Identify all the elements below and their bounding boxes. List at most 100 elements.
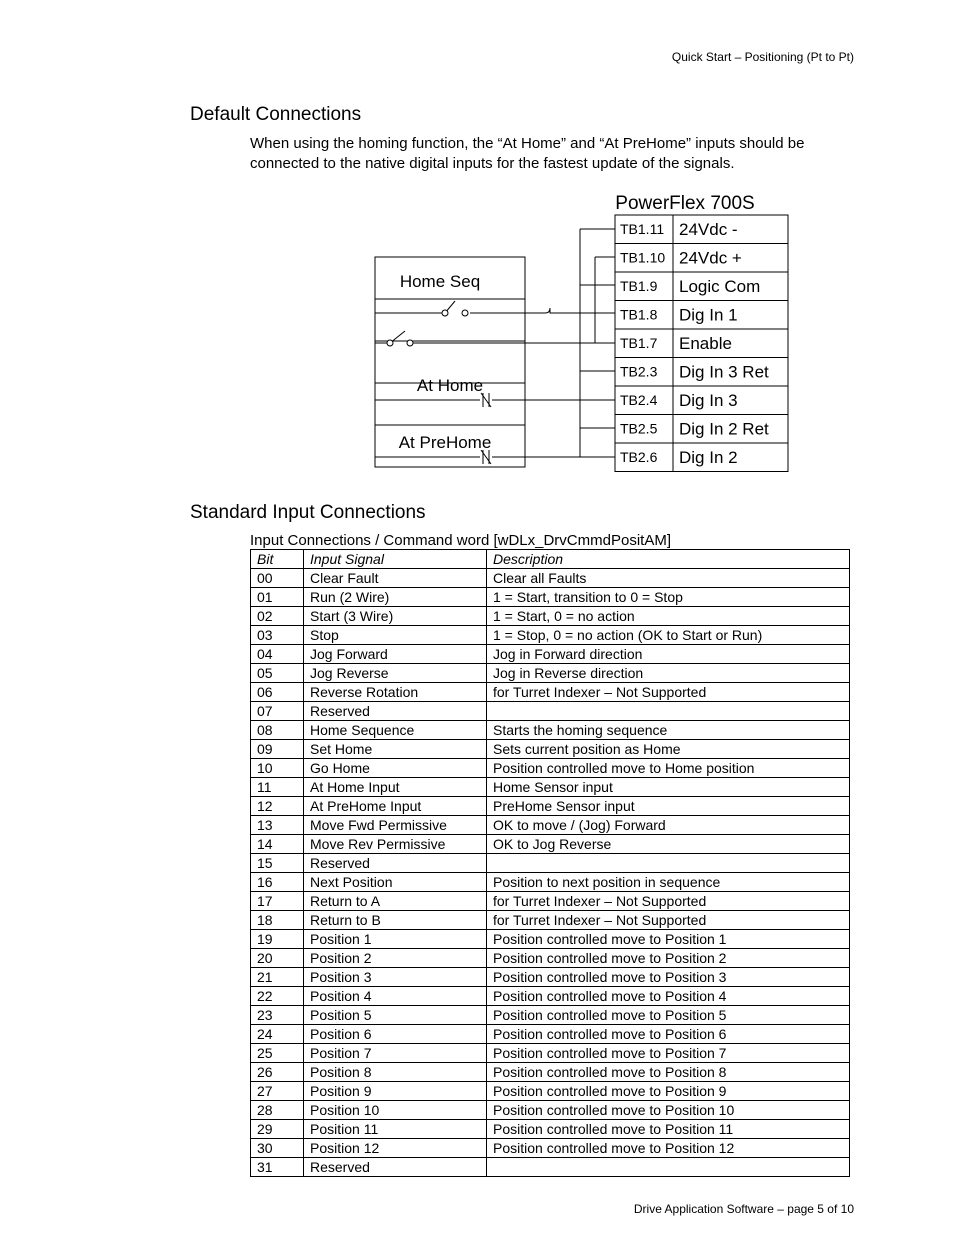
cell-desc: Position controlled move to Position 10	[487, 1101, 850, 1120]
cell-desc: Position to next position in sequence	[487, 873, 850, 892]
cell-bit: 06	[251, 683, 304, 702]
table-row: 04Jog ForwardJog in Forward direction	[251, 645, 850, 664]
svg-text:TB2.4: TB2.4	[620, 392, 658, 408]
cell-desc: Position controlled move to Position 3	[487, 968, 850, 987]
table-row: 10Go HomePosition controlled move to Hom…	[251, 759, 850, 778]
svg-text:Dig In 3: Dig In 3	[679, 391, 738, 410]
table-row: 05Jog ReverseJog in Reverse direction	[251, 664, 850, 683]
col-bit: Bit	[251, 550, 304, 569]
cell-desc	[487, 702, 850, 721]
cell-bit: 16	[251, 873, 304, 892]
cell-desc: Position controlled move to Position 8	[487, 1063, 850, 1082]
cell-desc: Position controlled move to Position 9	[487, 1082, 850, 1101]
cell-bit: 17	[251, 892, 304, 911]
svg-text:Dig In 1: Dig In 1	[679, 306, 738, 325]
table-row: 14Move Rev PermissiveOK to Jog Reverse	[251, 835, 850, 854]
table-row: 00Clear FaultClear all Faults	[251, 569, 850, 588]
col-signal: Input Signal	[304, 550, 487, 569]
cell-bit: 14	[251, 835, 304, 854]
table-row: 15Reserved	[251, 854, 850, 873]
cell-signal: Stop	[304, 626, 487, 645]
table-row: 30Position 12Position controlled move to…	[251, 1139, 850, 1158]
cell-signal: At Home Input	[304, 778, 487, 797]
cell-desc: Position controlled move to Position 7	[487, 1044, 850, 1063]
cell-signal: Reserved	[304, 1158, 487, 1177]
cell-bit: 01	[251, 588, 304, 607]
cell-bit: 20	[251, 949, 304, 968]
cell-signal: At PreHome Input	[304, 797, 487, 816]
cell-bit: 21	[251, 968, 304, 987]
cell-desc: for Turret Indexer – Not Supported	[487, 683, 850, 702]
table-row: 08Home SequenceStarts the homing sequenc…	[251, 721, 850, 740]
cell-desc: 1 = Start, 0 = no action	[487, 607, 850, 626]
cell-desc: for Turret Indexer – Not Supported	[487, 911, 850, 930]
cell-bit: 22	[251, 987, 304, 1006]
svg-text:TB2.6: TB2.6	[620, 449, 658, 465]
cell-bit: 25	[251, 1044, 304, 1063]
cell-bit: 07	[251, 702, 304, 721]
cell-signal: Reserved	[304, 702, 487, 721]
cell-signal: Position 1	[304, 930, 487, 949]
cell-bit: 23	[251, 1006, 304, 1025]
label-home-seq: Home Seq	[400, 272, 480, 291]
cell-bit: 24	[251, 1025, 304, 1044]
table-row: 16Next PositionPosition to next position…	[251, 873, 850, 892]
page-header: Quick Start – Positioning (Pt to Pt)	[100, 50, 854, 64]
cell-desc: Position controlled move to Position 4	[487, 987, 850, 1006]
cell-desc: Position controlled move to Position 5	[487, 1006, 850, 1025]
cell-signal: Move Rev Permissive	[304, 835, 487, 854]
cell-signal: Jog Forward	[304, 645, 487, 664]
cell-desc: Sets current position as Home	[487, 740, 850, 759]
cell-bit: 04	[251, 645, 304, 664]
cell-signal: Set Home	[304, 740, 487, 759]
cell-desc	[487, 854, 850, 873]
cell-bit: 30	[251, 1139, 304, 1158]
cell-bit: 00	[251, 569, 304, 588]
cell-bit: 11	[251, 778, 304, 797]
table-row: 31Reserved	[251, 1158, 850, 1177]
cell-bit: 15	[251, 854, 304, 873]
cell-bit: 19	[251, 930, 304, 949]
section-standard-input: Standard Input Connections	[190, 502, 854, 524]
table-row: 03Stop1 = Stop, 0 = no action (OK to Sta…	[251, 626, 850, 645]
cell-signal: Position 10	[304, 1101, 487, 1120]
col-desc: Description	[487, 550, 850, 569]
cell-bit: 02	[251, 607, 304, 626]
svg-text:TB2.5: TB2.5	[620, 421, 658, 437]
cell-signal: Move Fwd Permissive	[304, 816, 487, 835]
svg-text:Enable: Enable	[679, 334, 732, 353]
cell-bit: 12	[251, 797, 304, 816]
intro-paragraph: When using the homing function, the “At …	[250, 134, 854, 173]
table-row: 13Move Fwd PermissiveOK to move / (Jog) …	[251, 816, 850, 835]
cell-signal: Position 11	[304, 1120, 487, 1139]
table-row: 20Position 2Position controlled move to …	[251, 949, 850, 968]
cell-desc: Position controlled move to Position 6	[487, 1025, 850, 1044]
cell-signal: Start (3 Wire)	[304, 607, 487, 626]
cell-signal: Jog Reverse	[304, 664, 487, 683]
table-row: 25Position 7Position controlled move to …	[251, 1044, 850, 1063]
table-row: 26Position 8Position controlled move to …	[251, 1063, 850, 1082]
svg-text:TB1.10: TB1.10	[620, 250, 665, 266]
cell-desc: PreHome Sensor input	[487, 797, 850, 816]
svg-text:Dig In 2 Ret: Dig In 2 Ret	[679, 420, 769, 439]
svg-text:Logic Com: Logic Com	[679, 277, 760, 296]
table-row: 09Set HomeSets current position as Home	[251, 740, 850, 759]
cell-signal: Next Position	[304, 873, 487, 892]
section-default-connections: Default Connections	[190, 104, 854, 126]
cell-desc: Jog in Forward direction	[487, 645, 850, 664]
cell-desc: Position controlled move to Position 12	[487, 1139, 850, 1158]
table-row: 11At Home InputHome Sensor input	[251, 778, 850, 797]
svg-text:TB1.8: TB1.8	[620, 307, 658, 323]
svg-text:TB1.9: TB1.9	[620, 278, 658, 294]
cell-desc: OK to move / (Jog) Forward	[487, 816, 850, 835]
cell-signal: Position 9	[304, 1082, 487, 1101]
label-at-home: At Home	[417, 376, 483, 395]
cell-signal: Position 4	[304, 987, 487, 1006]
cell-bit: 31	[251, 1158, 304, 1177]
cell-desc: Clear all Faults	[487, 569, 850, 588]
cell-signal: Return to B	[304, 911, 487, 930]
cell-signal: Reserved	[304, 854, 487, 873]
table-row: 07Reserved	[251, 702, 850, 721]
cell-desc: 1 = Start, transition to 0 = Stop	[487, 588, 850, 607]
svg-text:Dig In 2: Dig In 2	[679, 448, 738, 467]
